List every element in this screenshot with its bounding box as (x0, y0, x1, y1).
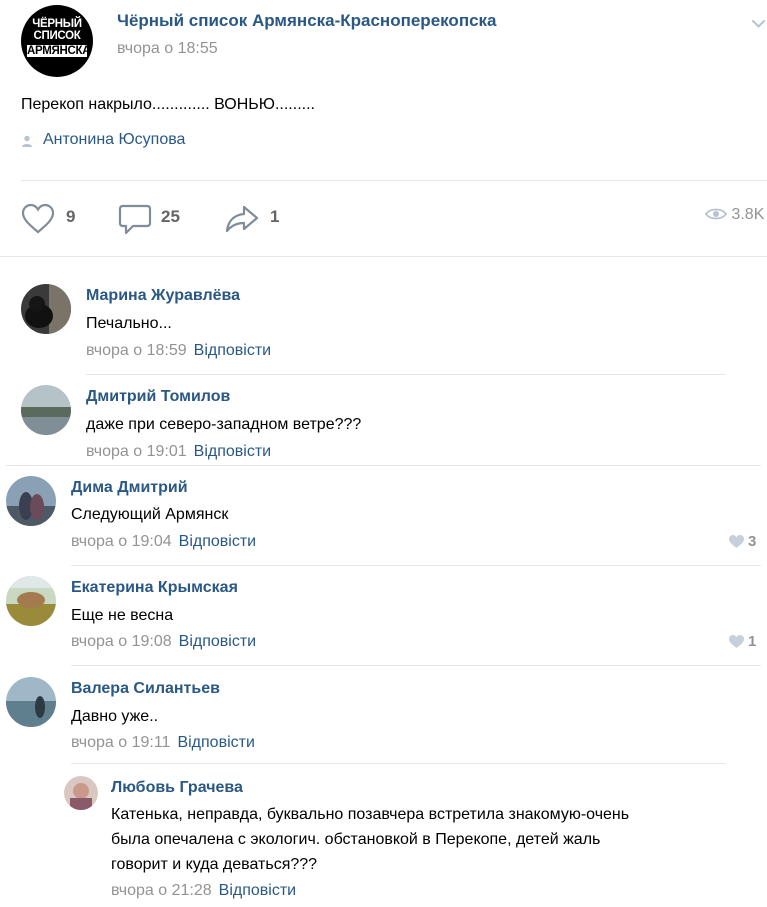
comment-like-count: 1 (748, 633, 757, 650)
group-avatar[interactable]: ЧЁРНЫЙ СПИСОК АРМЯНСКА (21, 5, 93, 77)
commenter-name-link[interactable]: Любовь Грачева (111, 779, 243, 797)
logo-text-line-3: АРМЯНСКА (27, 45, 91, 57)
share-count: 1 (270, 207, 280, 226)
post-time[interactable]: вчора о 18:55 (117, 40, 218, 58)
commenter-avatar[interactable] (6, 576, 56, 626)
share-icon (225, 205, 259, 233)
reply-link[interactable]: Відповісти (179, 533, 256, 550)
comment-icon (118, 204, 152, 235)
comment-text: Следующий Армянск (71, 506, 229, 523)
divider (6, 465, 761, 466)
comment-text-line-2: была опечалена с экологич. обстановкой в… (111, 831, 601, 848)
commenter-avatar[interactable] (64, 776, 98, 810)
comment-time[interactable]: вчора о 19:08 (71, 633, 172, 650)
commenter-avatar[interactable] (21, 284, 71, 334)
like-count: 9 (66, 207, 76, 226)
reply-link[interactable]: Відповісти (194, 443, 271, 460)
comment-button[interactable]: 25 (118, 201, 193, 235)
commenter-name-link[interactable]: Дима Дмитрий (71, 479, 188, 497)
comment-text-line-3: говорит и куда деваться??? (111, 856, 318, 873)
comment-time[interactable]: вчора о 19:11 (71, 734, 170, 751)
comment-time[interactable]: вчора о 19:01 (86, 443, 187, 460)
comment-time[interactable]: вчора о 21:28 (111, 882, 212, 899)
logo-text-line-2: СПИСОК (33, 30, 81, 42)
heart-icon (21, 203, 55, 234)
person-icon (22, 135, 32, 147)
divider (71, 665, 761, 666)
commenter-name-link[interactable]: Дмитрий Томилов (86, 388, 230, 406)
divider (86, 374, 726, 375)
reply-link[interactable]: Відповісти (219, 882, 296, 899)
comment-time[interactable]: вчора о 19:04 (71, 533, 172, 550)
group-name-link[interactable]: Чёрный список Армянска-Красноперекопска (117, 11, 497, 31)
small-heart-icon (729, 535, 744, 548)
commenter-name-link[interactable]: Марина Журавлёва (86, 287, 240, 305)
divider (21, 180, 767, 181)
comment-meta: вчора о 19:04 Відповісти (71, 533, 256, 551)
comment-text: Еще не весна (71, 607, 174, 624)
reply-link[interactable]: Відповісти (179, 633, 256, 650)
reply-link[interactable]: Відповісти (177, 734, 254, 751)
commenter-name-link[interactable]: Валера Силантьев (71, 680, 220, 698)
like-button[interactable]: 9 (21, 201, 81, 235)
views-count: 3.8K (731, 206, 765, 223)
reply-link[interactable]: Відповісти (194, 342, 271, 359)
comment-like-button[interactable]: 3 (729, 533, 756, 550)
small-heart-icon (729, 635, 744, 648)
comment-meta: вчора о 19:01 Відповісти (86, 443, 271, 461)
divider (0, 256, 767, 257)
views-counter: 3.8K (704, 206, 765, 224)
commenter-avatar[interactable] (21, 385, 71, 435)
comment-like-count: 3 (748, 533, 757, 550)
comment-time[interactable]: вчора о 18:59 (86, 342, 187, 359)
comment-count: 25 (161, 207, 180, 226)
comment-text-line-1: Катенька, неправда, буквально позавчера … (111, 806, 630, 823)
comment-meta: вчора о 21:28 Відповісти (111, 882, 296, 900)
post-text: Перекоп накрыло............. ВОНЬЮ......… (21, 96, 315, 113)
comment-text: даже при северо-западном ветре??? (86, 416, 362, 433)
share-button[interactable]: 1 (225, 201, 285, 235)
commenter-avatar[interactable] (6, 677, 56, 727)
commenter-name-link[interactable]: Екатерина Крымская (71, 579, 238, 597)
comment-meta: вчора о 19:11 Відповісти (71, 734, 255, 752)
eye-icon (704, 208, 728, 220)
comment-meta: вчора о 18:59 Відповісти (86, 342, 271, 360)
logo-text-line-1: ЧЁРНЫЙ (32, 18, 82, 30)
commenter-avatar[interactable] (6, 476, 56, 526)
chevron-down-icon[interactable] (750, 15, 767, 32)
comment-text: Печально... (86, 315, 172, 332)
divider (71, 565, 761, 566)
comment-meta: вчора о 19:08 Відповісти (71, 633, 256, 651)
post-author-link[interactable]: Антонина Юсупова (43, 131, 185, 149)
divider (71, 763, 726, 764)
comment-like-button[interactable]: 1 (729, 633, 756, 650)
comment-text: Давно уже.. (71, 708, 159, 725)
